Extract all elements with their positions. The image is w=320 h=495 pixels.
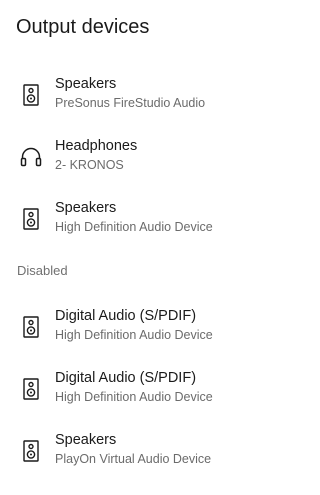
speaker-icon	[20, 314, 42, 340]
device-detail: High Definition Audio Device	[55, 390, 213, 404]
device-name: Digital Audio (S/PDIF)	[55, 308, 197, 324]
output-devices-panel: Output devices Speakers PreSonus FireStu…	[0, 0, 308, 495]
page-title: Output devices	[16, 16, 150, 38]
speaker-icon	[20, 438, 42, 464]
disabled-section-header: Disabled	[17, 263, 68, 278]
device-name: Digital Audio (S/PDIF)	[55, 370, 197, 386]
device-detail: High Definition Audio Device	[55, 220, 213, 234]
speaker-icon	[20, 206, 42, 232]
device-detail: 2- KRONOS	[55, 158, 124, 172]
device-detail: High Definition Audio Device	[55, 328, 213, 342]
device-detail: PlayOn Virtual Audio Device	[55, 452, 212, 466]
device-item-speakers-presonus[interactable]: Speakers PreSonus FireStudio Audio	[0, 70, 308, 120]
device-item-spdif-1[interactable]: Digital Audio (S/PDIF) High Definition A…	[0, 302, 308, 352]
device-name: Speakers	[55, 200, 117, 216]
device-name: Speakers	[55, 76, 117, 92]
device-item-spdif-2[interactable]: Digital Audio (S/PDIF) High Definition A…	[0, 364, 308, 414]
speaker-icon	[20, 376, 42, 402]
speaker-icon	[20, 82, 42, 108]
headphones-icon	[20, 144, 42, 170]
device-name: Headphones	[55, 138, 138, 154]
device-item-speakers-hd-audio[interactable]: Speakers High Definition Audio Device	[0, 194, 308, 244]
device-item-headphones-kronos[interactable]: Headphones 2- KRONOS	[0, 132, 308, 182]
device-name: Speakers	[55, 432, 117, 448]
device-item-speakers-playon[interactable]: Speakers PlayOn Virtual Audio Device	[0, 426, 308, 476]
device-detail: PreSonus FireStudio Audio	[55, 96, 206, 110]
